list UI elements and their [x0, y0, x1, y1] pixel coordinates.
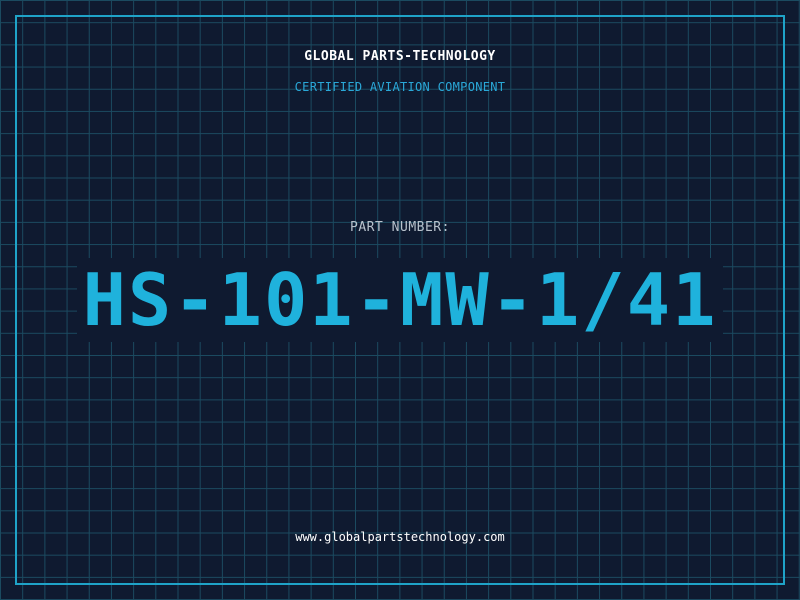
- part-number-wrapper: HS-101-MW-1/41: [0, 252, 800, 348]
- tagline: CERTIFIED AVIATION COMPONENT: [294, 80, 506, 94]
- company-name: GLOBAL PARTS-TECHNOLOGY: [304, 49, 496, 64]
- part-number-label: PART NUMBER:: [350, 220, 450, 235]
- part-number-value: HS-101-MW-1/41: [76, 258, 724, 342]
- website-url: www.globalpartstechnology.com: [295, 530, 505, 544]
